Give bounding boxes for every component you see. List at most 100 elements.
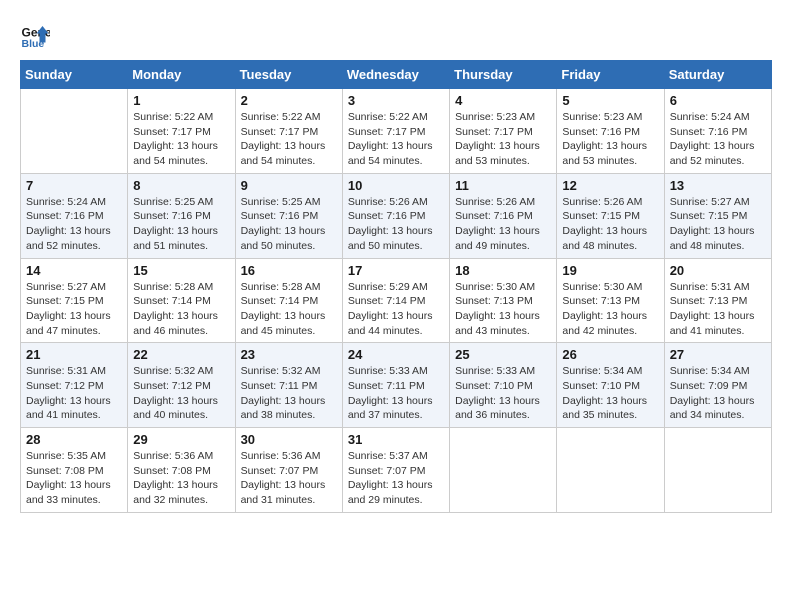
day-cell: 2 Sunrise: 5:22 AMSunset: 7:17 PMDayligh… (235, 89, 342, 174)
day-cell: 15 Sunrise: 5:28 AMSunset: 7:14 PMDaylig… (128, 258, 235, 343)
day-cell (21, 89, 128, 174)
logo: General Blue (20, 20, 50, 50)
day-number: 24 (348, 347, 444, 362)
day-info: Sunrise: 5:23 AMSunset: 7:17 PMDaylight:… (455, 110, 551, 169)
day-info: Sunrise: 5:25 AMSunset: 7:16 PMDaylight:… (241, 195, 337, 254)
day-cell: 16 Sunrise: 5:28 AMSunset: 7:14 PMDaylig… (235, 258, 342, 343)
day-number: 22 (133, 347, 229, 362)
day-number: 11 (455, 178, 551, 193)
day-cell (557, 428, 664, 513)
day-info: Sunrise: 5:26 AMSunset: 7:16 PMDaylight:… (455, 195, 551, 254)
day-number: 31 (348, 432, 444, 447)
day-cell: 10 Sunrise: 5:26 AMSunset: 7:16 PMDaylig… (342, 173, 449, 258)
day-cell: 9 Sunrise: 5:25 AMSunset: 7:16 PMDayligh… (235, 173, 342, 258)
day-number: 17 (348, 263, 444, 278)
day-number: 14 (26, 263, 122, 278)
day-info: Sunrise: 5:22 AMSunset: 7:17 PMDaylight:… (241, 110, 337, 169)
day-cell: 18 Sunrise: 5:30 AMSunset: 7:13 PMDaylig… (450, 258, 557, 343)
day-info: Sunrise: 5:29 AMSunset: 7:14 PMDaylight:… (348, 280, 444, 339)
day-cell: 31 Sunrise: 5:37 AMSunset: 7:07 PMDaylig… (342, 428, 449, 513)
day-cell: 7 Sunrise: 5:24 AMSunset: 7:16 PMDayligh… (21, 173, 128, 258)
day-number: 21 (26, 347, 122, 362)
day-number: 4 (455, 93, 551, 108)
week-row-1: 1 Sunrise: 5:22 AMSunset: 7:17 PMDayligh… (21, 89, 772, 174)
day-info: Sunrise: 5:23 AMSunset: 7:16 PMDaylight:… (562, 110, 658, 169)
day-number: 9 (241, 178, 337, 193)
day-info: Sunrise: 5:31 AMSunset: 7:13 PMDaylight:… (670, 280, 766, 339)
day-number: 25 (455, 347, 551, 362)
day-number: 6 (670, 93, 766, 108)
page-header: General Blue (20, 20, 772, 50)
day-cell (664, 428, 771, 513)
day-cell: 20 Sunrise: 5:31 AMSunset: 7:13 PMDaylig… (664, 258, 771, 343)
day-info: Sunrise: 5:28 AMSunset: 7:14 PMDaylight:… (133, 280, 229, 339)
week-row-4: 21 Sunrise: 5:31 AMSunset: 7:12 PMDaylig… (21, 343, 772, 428)
day-info: Sunrise: 5:27 AMSunset: 7:15 PMDaylight:… (670, 195, 766, 254)
day-number: 28 (26, 432, 122, 447)
day-number: 1 (133, 93, 229, 108)
day-number: 27 (670, 347, 766, 362)
day-info: Sunrise: 5:35 AMSunset: 7:08 PMDaylight:… (26, 449, 122, 508)
weekday-header-monday: Monday (128, 61, 235, 89)
day-cell: 14 Sunrise: 5:27 AMSunset: 7:15 PMDaylig… (21, 258, 128, 343)
weekday-header-thursday: Thursday (450, 61, 557, 89)
day-cell: 5 Sunrise: 5:23 AMSunset: 7:16 PMDayligh… (557, 89, 664, 174)
day-cell: 29 Sunrise: 5:36 AMSunset: 7:08 PMDaylig… (128, 428, 235, 513)
day-number: 10 (348, 178, 444, 193)
day-info: Sunrise: 5:36 AMSunset: 7:08 PMDaylight:… (133, 449, 229, 508)
day-info: Sunrise: 5:25 AMSunset: 7:16 PMDaylight:… (133, 195, 229, 254)
day-number: 8 (133, 178, 229, 193)
day-number: 23 (241, 347, 337, 362)
day-cell: 6 Sunrise: 5:24 AMSunset: 7:16 PMDayligh… (664, 89, 771, 174)
day-number: 7 (26, 178, 122, 193)
day-cell: 3 Sunrise: 5:22 AMSunset: 7:17 PMDayligh… (342, 89, 449, 174)
day-info: Sunrise: 5:22 AMSunset: 7:17 PMDaylight:… (348, 110, 444, 169)
weekday-header-row: SundayMondayTuesdayWednesdayThursdayFrid… (21, 61, 772, 89)
day-cell: 25 Sunrise: 5:33 AMSunset: 7:10 PMDaylig… (450, 343, 557, 428)
day-info: Sunrise: 5:30 AMSunset: 7:13 PMDaylight:… (562, 280, 658, 339)
day-info: Sunrise: 5:24 AMSunset: 7:16 PMDaylight:… (26, 195, 122, 254)
day-cell: 19 Sunrise: 5:30 AMSunset: 7:13 PMDaylig… (557, 258, 664, 343)
weekday-header-sunday: Sunday (21, 61, 128, 89)
week-row-5: 28 Sunrise: 5:35 AMSunset: 7:08 PMDaylig… (21, 428, 772, 513)
logo-icon: General Blue (20, 20, 50, 50)
day-cell: 8 Sunrise: 5:25 AMSunset: 7:16 PMDayligh… (128, 173, 235, 258)
day-info: Sunrise: 5:30 AMSunset: 7:13 PMDaylight:… (455, 280, 551, 339)
day-number: 20 (670, 263, 766, 278)
day-info: Sunrise: 5:32 AMSunset: 7:12 PMDaylight:… (133, 364, 229, 423)
day-cell: 12 Sunrise: 5:26 AMSunset: 7:15 PMDaylig… (557, 173, 664, 258)
day-number: 30 (241, 432, 337, 447)
day-cell: 21 Sunrise: 5:31 AMSunset: 7:12 PMDaylig… (21, 343, 128, 428)
day-info: Sunrise: 5:27 AMSunset: 7:15 PMDaylight:… (26, 280, 122, 339)
day-info: Sunrise: 5:34 AMSunset: 7:10 PMDaylight:… (562, 364, 658, 423)
day-info: Sunrise: 5:36 AMSunset: 7:07 PMDaylight:… (241, 449, 337, 508)
week-row-2: 7 Sunrise: 5:24 AMSunset: 7:16 PMDayligh… (21, 173, 772, 258)
calendar-table: SundayMondayTuesdayWednesdayThursdayFrid… (20, 60, 772, 513)
day-info: Sunrise: 5:33 AMSunset: 7:11 PMDaylight:… (348, 364, 444, 423)
day-cell: 22 Sunrise: 5:32 AMSunset: 7:12 PMDaylig… (128, 343, 235, 428)
day-cell: 13 Sunrise: 5:27 AMSunset: 7:15 PMDaylig… (664, 173, 771, 258)
day-info: Sunrise: 5:34 AMSunset: 7:09 PMDaylight:… (670, 364, 766, 423)
day-info: Sunrise: 5:28 AMSunset: 7:14 PMDaylight:… (241, 280, 337, 339)
day-cell (450, 428, 557, 513)
day-number: 2 (241, 93, 337, 108)
day-cell: 30 Sunrise: 5:36 AMSunset: 7:07 PMDaylig… (235, 428, 342, 513)
day-cell: 26 Sunrise: 5:34 AMSunset: 7:10 PMDaylig… (557, 343, 664, 428)
day-number: 3 (348, 93, 444, 108)
day-number: 15 (133, 263, 229, 278)
day-number: 12 (562, 178, 658, 193)
day-number: 16 (241, 263, 337, 278)
day-info: Sunrise: 5:37 AMSunset: 7:07 PMDaylight:… (348, 449, 444, 508)
day-cell: 1 Sunrise: 5:22 AMSunset: 7:17 PMDayligh… (128, 89, 235, 174)
weekday-header-friday: Friday (557, 61, 664, 89)
day-number: 19 (562, 263, 658, 278)
day-number: 13 (670, 178, 766, 193)
week-row-3: 14 Sunrise: 5:27 AMSunset: 7:15 PMDaylig… (21, 258, 772, 343)
day-number: 5 (562, 93, 658, 108)
day-number: 26 (562, 347, 658, 362)
day-cell: 11 Sunrise: 5:26 AMSunset: 7:16 PMDaylig… (450, 173, 557, 258)
day-cell: 4 Sunrise: 5:23 AMSunset: 7:17 PMDayligh… (450, 89, 557, 174)
day-info: Sunrise: 5:33 AMSunset: 7:10 PMDaylight:… (455, 364, 551, 423)
day-number: 18 (455, 263, 551, 278)
day-cell: 23 Sunrise: 5:32 AMSunset: 7:11 PMDaylig… (235, 343, 342, 428)
